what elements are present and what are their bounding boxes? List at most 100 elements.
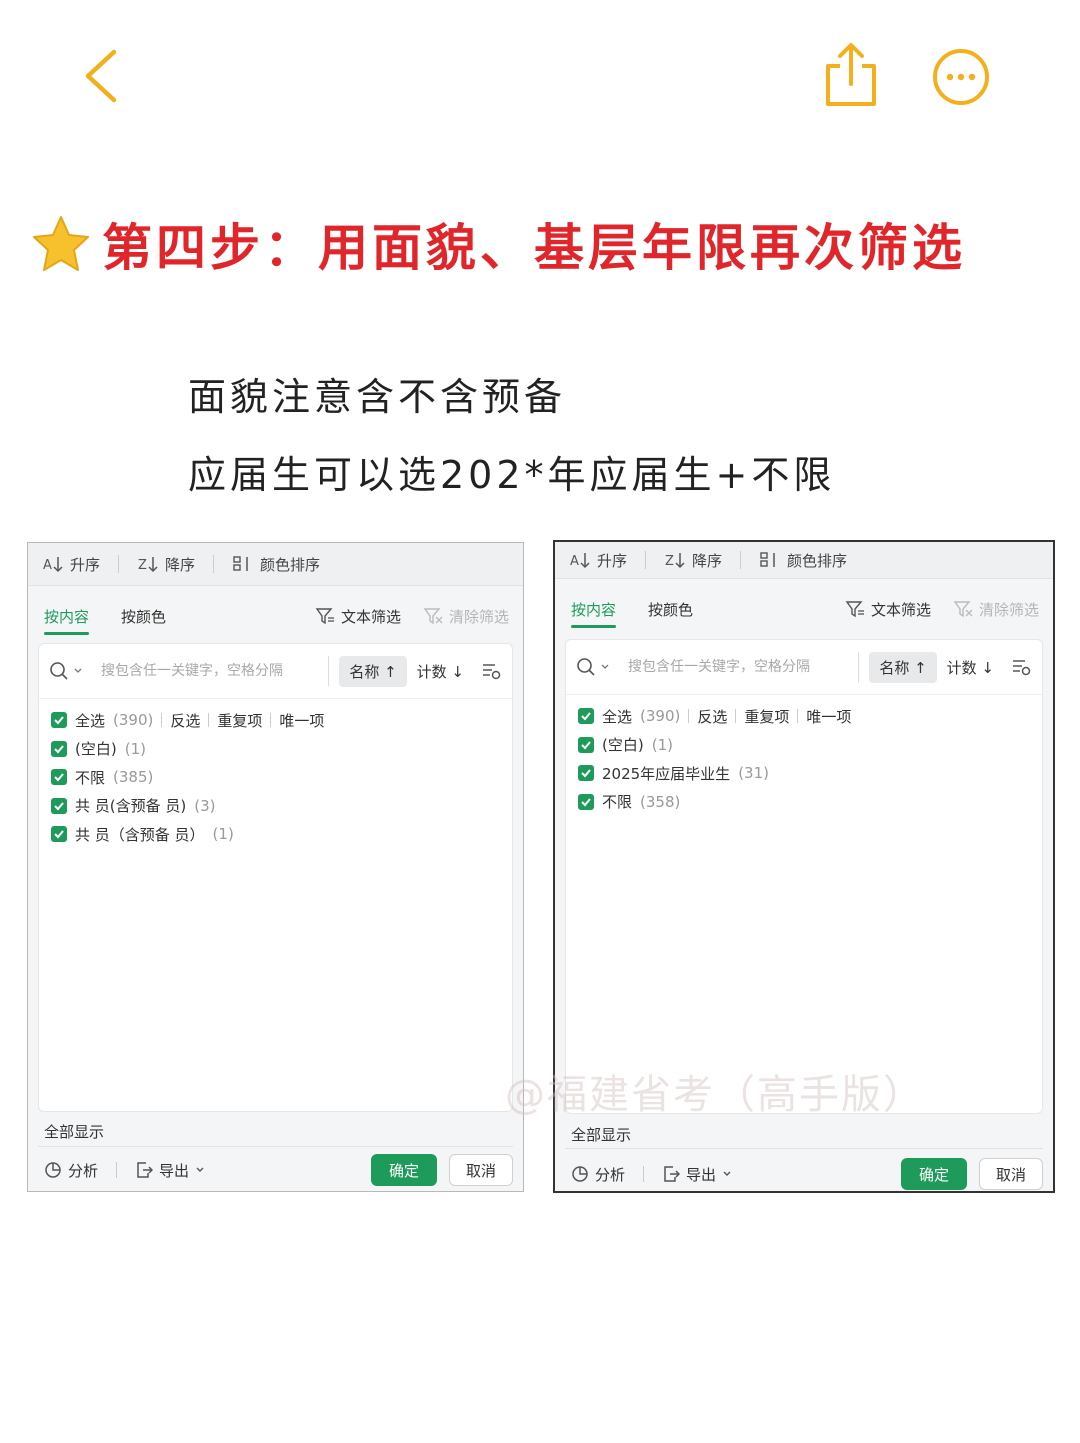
share-icon <box>826 43 876 106</box>
filter-content-box: 名称 ↑ 计数 ↓ 全选 (390) 反选 重复项 唯一项 (空白) (1) <box>38 643 513 1112</box>
text-filter-button[interactable]: 文本筛选 <box>315 606 401 627</box>
show-all-link[interactable]: 全部显示 <box>571 1124 631 1145</box>
checkbox-checked[interactable] <box>51 769 67 786</box>
share-button[interactable] <box>822 42 880 108</box>
invert-selection-link[interactable]: 反选 <box>170 710 200 731</box>
list-settings-icon[interactable] <box>480 660 502 682</box>
item-count: (1) <box>124 739 146 758</box>
color-sort-icon <box>760 552 775 567</box>
item-label: 共 员(含预备 员) <box>75 797 187 816</box>
sort-by-name-button[interactable]: 名称 ↑ <box>869 651 937 683</box>
select-all-count: (390) <box>113 711 154 730</box>
search-row: 名称 ↑ 计数 ↓ <box>39 644 512 699</box>
sort-by-name-button[interactable]: 名称 ↑ <box>339 655 407 687</box>
clear-filter-button[interactable]: 清除筛选 <box>953 599 1039 620</box>
sort-ascending-button[interactable]: A 升序 <box>569 550 627 571</box>
filter-tabs: 按内容 按颜色 文本筛选 清除筛选 <box>44 597 509 635</box>
search-mode-button[interactable] <box>49 661 95 681</box>
select-all-label: 全选 <box>602 707 633 726</box>
sort-ascending-button[interactable]: A 升序 <box>42 554 100 575</box>
cancel-button[interactable]: 取消 <box>979 1158 1043 1190</box>
checkbox-checked[interactable] <box>578 793 594 810</box>
pie-chart-icon <box>45 1162 61 1178</box>
list-item[interactable]: 共 员（含预备 员） (1) <box>51 820 502 849</box>
duplicates-link[interactable]: 重复项 <box>744 706 789 727</box>
export-label: 导出 <box>686 1165 717 1184</box>
more-button[interactable] <box>930 46 992 108</box>
tab-by-color[interactable]: 按颜色 <box>648 593 693 626</box>
list-item[interactable]: 不限 (385) <box>51 763 502 792</box>
tab-by-color[interactable]: 按颜色 <box>121 600 166 633</box>
value-list: 全选 (390) 反选 重复项 唯一项 (空白) (1) 2025年应届毕业生 … <box>578 702 1032 816</box>
tab-by-content[interactable]: 按内容 <box>571 593 617 628</box>
svg-text:A: A <box>570 554 579 569</box>
sort-by-count-button[interactable]: 计数 ↓ <box>937 652 1004 683</box>
list-item[interactable]: (空白) (1) <box>51 735 502 764</box>
unique-link[interactable]: 唯一项 <box>279 710 324 731</box>
chevron-down-icon <box>74 668 82 673</box>
svg-text:A: A <box>43 558 52 573</box>
value-list: 全选 (390) 反选 重复项 唯一项 (空白) (1) 不限 (385) 共 … <box>51 706 502 849</box>
clear-filter-label: 清除筛选 <box>978 600 1039 619</box>
step-title: 第四步：用面貌、基层年限再次筛选 <box>102 219 966 277</box>
footer-divider-v <box>116 1162 118 1178</box>
checkbox-checked[interactable] <box>51 826 67 843</box>
export-button[interactable]: 导出 <box>135 1160 205 1181</box>
note-line-1: 面貌注意含不含预备 <box>188 375 567 419</box>
list-item[interactable]: 不限 (358) <box>578 788 1032 817</box>
search-input[interactable] <box>95 656 330 686</box>
search-icon <box>50 662 68 680</box>
checkbox-checked[interactable] <box>51 740 67 757</box>
show-all-link[interactable]: 全部显示 <box>44 1121 104 1142</box>
search-input[interactable] <box>622 652 860 682</box>
step-heading: 第四步：用面貌、基层年限再次筛选 <box>30 208 966 280</box>
list-item[interactable]: 2025年应届毕业生 (31) <box>578 759 1032 788</box>
analyze-label: 分析 <box>595 1165 626 1184</box>
analyze-button[interactable]: 分析 <box>44 1160 98 1181</box>
back-button[interactable] <box>78 44 128 108</box>
analyze-label: 分析 <box>68 1161 99 1180</box>
color-sort-button[interactable]: 颜色排序 <box>759 550 847 571</box>
cancel-button[interactable]: 取消 <box>449 1154 513 1186</box>
list-item[interactable]: 共 员(含预备 员) (3) <box>51 792 502 821</box>
checkbox-checked[interactable] <box>51 712 67 729</box>
text-filter-label: 文本筛选 <box>870 600 931 619</box>
search-mode-button[interactable] <box>576 657 622 677</box>
clear-funnel-icon <box>423 608 443 625</box>
list-settings-icon[interactable] <box>1010 656 1032 678</box>
text-filter-button[interactable]: 文本筛选 <box>845 599 931 620</box>
duplicates-link[interactable]: 重复项 <box>217 710 262 731</box>
tab-by-content[interactable]: 按内容 <box>44 600 90 635</box>
panel-footer: 分析 导出 确定 取消 <box>44 1152 513 1188</box>
export-button[interactable]: 导出 <box>662 1164 732 1185</box>
item-label: 2025年应届毕业生 <box>602 764 731 783</box>
checkbox-checked[interactable] <box>578 708 594 725</box>
item-count: (1) <box>651 735 673 754</box>
chevron-down-icon <box>196 1167 204 1172</box>
clear-filter-button[interactable]: 清除筛选 <box>423 606 509 627</box>
checkbox-checked[interactable] <box>51 797 67 814</box>
checkbox-checked[interactable] <box>578 736 594 753</box>
invert-selection-link[interactable]: 反选 <box>697 706 727 727</box>
top-nav-bar <box>0 0 1080 150</box>
confirm-button[interactable]: 确定 <box>371 1154 437 1186</box>
checkbox-checked[interactable] <box>578 765 594 782</box>
export-icon <box>664 1166 681 1182</box>
filter-tabs: 按内容 按颜色 文本筛选 清除筛选 <box>571 590 1039 628</box>
clear-filter-label: 清除筛选 <box>448 607 509 626</box>
sort-ascending-label: 升序 <box>70 555 101 574</box>
confirm-button[interactable]: 确定 <box>901 1158 967 1190</box>
watermark-text: @福建省考（高手版） <box>505 1072 925 1118</box>
sort-descending-button[interactable]: Z 降序 <box>664 550 722 571</box>
sort-by-count-button[interactable]: 计数 ↓ <box>407 656 474 687</box>
list-item[interactable]: (空白) (1) <box>578 731 1032 760</box>
color-sort-button[interactable]: 颜色排序 <box>232 554 320 575</box>
sort-descending-label: 降序 <box>165 555 196 574</box>
panel-footer: 分析 导出 确定 取消 <box>571 1156 1043 1192</box>
sort-descending-button[interactable]: Z 降序 <box>137 554 195 575</box>
analyze-button[interactable]: 分析 <box>571 1164 625 1185</box>
footer-divider <box>565 1148 1043 1149</box>
item-label: (空白) <box>75 740 117 759</box>
pie-chart-icon <box>572 1166 588 1182</box>
unique-link[interactable]: 唯一项 <box>806 706 851 727</box>
